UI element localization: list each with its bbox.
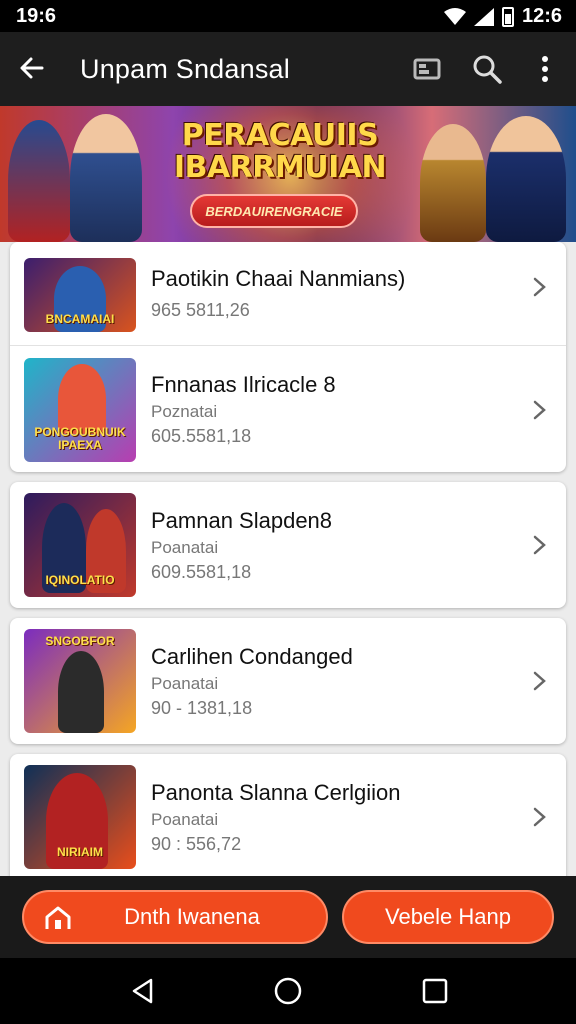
- list-item-thumbnail: IQINOLATIO: [24, 493, 136, 597]
- list-item-meta: 965 5811,26: [151, 300, 250, 320]
- system-nav-bar: [0, 958, 576, 1024]
- thumbnail-label: SNGOBFOR: [45, 634, 115, 648]
- list-item-subtitle: Poanatai: [151, 810, 219, 829]
- banner-title-line2: IBARRMUIAN: [173, 150, 387, 185]
- list-item-5[interactable]: NIRIAIM Panonta Slanna Cerlgiion Poanata…: [10, 754, 566, 876]
- list-item-title: Panonta Slanna Cerlgiion: [151, 780, 401, 805]
- status-time: 19:6: [16, 5, 57, 27]
- battery-icon: [501, 6, 514, 27]
- list-item-subtitle: Poanatai: [151, 538, 219, 557]
- cast-icon[interactable]: [410, 52, 444, 86]
- primary-action-label: Dnth Iwanena: [124, 904, 260, 929]
- bottom-action-bar: Dnth Iwanena Vebele Hanp: [0, 876, 576, 958]
- list-item-subtitle: Poanatai: [151, 674, 219, 693]
- list-card-3: SNGOBFOR Carlihen Condanged Poanatai 90 …: [10, 618, 566, 744]
- list-item-title: Carlihen Condanged: [151, 644, 353, 669]
- list-card-1: BNCAMAIAI Paotikin Chaai Nanmians) 965 5…: [10, 242, 566, 472]
- thumbnail-label: IQINOLATIO: [45, 573, 115, 587]
- nav-recents-icon[interactable]: [420, 976, 450, 1006]
- thumbnail-figure: [58, 364, 106, 434]
- thumbnail-label: NIRIAIM: [57, 845, 103, 859]
- list-item-title: Paotikin Chaai Nanmians): [151, 266, 406, 291]
- list-item-meta: 90 - 1381,18: [151, 698, 253, 718]
- nav-back-icon[interactable]: [128, 976, 158, 1006]
- more-vertical-icon[interactable]: [528, 52, 562, 86]
- list-item-title: Fnnanas Ilricacle 8: [151, 372, 336, 397]
- banner-hero-3: [420, 124, 486, 242]
- secondary-action-button[interactable]: Vebele Hanp: [342, 890, 554, 944]
- list-item-thumbnail: BNCAMAIAI: [24, 258, 136, 332]
- list-item-thumbnail: PONGOUBNUIK IPAEXA: [24, 358, 136, 462]
- banner-hero-4: [486, 116, 566, 242]
- list-item-thumbnail: NIRIAIM: [24, 765, 136, 869]
- thumbnail-label: BNCAMAIAI: [45, 312, 115, 326]
- list-item-subtitle: Poznatai: [151, 402, 218, 421]
- banner-title-line1: PERACAUIIS: [181, 118, 379, 153]
- banner-cta-button[interactable]: BERDAUIRENGRACIE: [190, 194, 358, 228]
- list-item-4[interactable]: SNGOBFOR Carlihen Condanged Poanatai 90 …: [10, 618, 566, 744]
- list-item-1[interactable]: BNCAMAIAI Paotikin Chaai Nanmians) 965 5…: [10, 242, 566, 346]
- search-icon[interactable]: [470, 52, 504, 86]
- list-item-3[interactable]: IQINOLATIO Pamnan Slapden8 Poanatai 609.…: [10, 482, 566, 608]
- thumbnail-label: PONGOUBNUIK IPAEXA: [34, 425, 126, 452]
- app-bar: Unpam Sndansal: [0, 32, 576, 106]
- nav-home-icon[interactable]: [273, 976, 303, 1006]
- status-clock: 12:6: [521, 5, 562, 27]
- list-item-title: Pamnan Slapden8: [151, 508, 333, 533]
- promo-banner[interactable]: PERACAUIIS IBARRMUIAN BERDAUIRENGRACIE: [0, 106, 576, 242]
- back-arrow-icon[interactable]: [16, 52, 48, 84]
- game-list: BNCAMAIAI Paotikin Chaai Nanmians) 965 5…: [0, 242, 576, 876]
- chevron-right-icon: [533, 535, 546, 555]
- home-icon: [45, 906, 71, 929]
- list-card-4: NIRIAIM Panonta Slanna Cerlgiion Poanata…: [10, 754, 566, 876]
- signal-icon: [473, 7, 494, 26]
- page-title: Unpam Sndansal: [80, 54, 290, 84]
- list-item-meta: 605.5581,18: [151, 426, 252, 446]
- list-item-meta: 609.5581,18: [151, 562, 252, 582]
- status-bar: 19:6 12:6: [0, 0, 576, 32]
- chevron-right-icon: [533, 277, 546, 297]
- list-card-2: IQINOLATIO Pamnan Slapden8 Poanatai 609.…: [10, 482, 566, 608]
- list-item-meta: 90 : 556,72: [151, 834, 242, 854]
- wifi-icon: [443, 7, 466, 25]
- list-item-2[interactable]: PONGOUBNUIK IPAEXA Fnnanas Ilricacle 8 P…: [10, 346, 566, 472]
- banner-hero-1: [8, 120, 70, 242]
- primary-action-button[interactable]: Dnth Iwanena: [22, 890, 328, 944]
- chevron-right-icon: [533, 671, 546, 691]
- status-indicators: 12:6: [443, 5, 562, 28]
- banner-hero-2: [70, 114, 142, 242]
- chevron-right-icon: [533, 807, 546, 827]
- chevron-right-icon: [533, 400, 546, 420]
- list-item-thumbnail: SNGOBFOR: [24, 629, 136, 733]
- thumbnail-figure: [58, 651, 104, 733]
- banner-title: PERACAUIIS IBARRMUIAN: [170, 120, 390, 184]
